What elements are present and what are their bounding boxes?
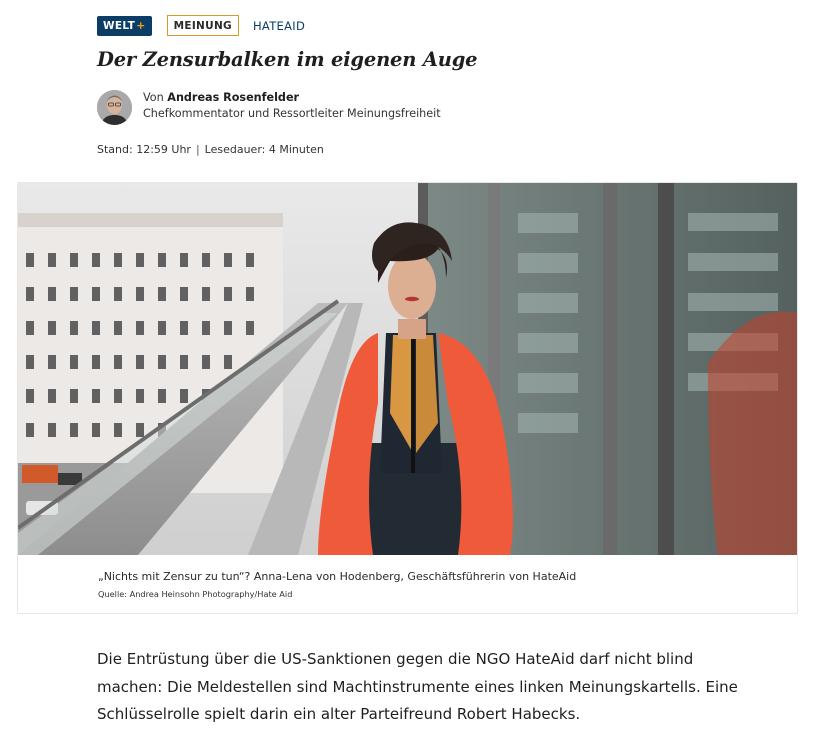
article-topline: WELT + MEINUNG HATEAID xyxy=(97,15,305,36)
author-avatar[interactable] xyxy=(97,90,132,125)
opinion-kicker: MEINUNG xyxy=(166,15,239,36)
photo-credit: Quelle: Andrea Heinsohn Photography/Hate… xyxy=(98,589,293,599)
plus-icon: + xyxy=(136,19,146,32)
author-text: Von Andreas Rosenfelder Chefkommentator … xyxy=(143,90,441,122)
author-line: Von Andreas Rosenfelder xyxy=(143,90,441,106)
author-role: Chefkommentator und Ressortleiter Meinun… xyxy=(143,107,441,120)
author-prefix: Von xyxy=(143,91,164,104)
article-photo-image xyxy=(18,183,797,555)
article-figure: „Nichts mit Zensur zu tun“? Anna-Lena vo… xyxy=(17,182,798,614)
article-photo[interactable] xyxy=(18,183,797,555)
topic-link[interactable]: HATEAID xyxy=(253,19,305,33)
article-page: WELT + MEINUNG HATEAID Der Zensurbalken i… xyxy=(0,0,815,752)
welt-plus-badge[interactable]: WELT + xyxy=(97,15,152,36)
welt-badge-text: WELT xyxy=(103,19,136,32)
meta-separator: | xyxy=(195,143,200,156)
article-lead: Die Entrüstung über die US-Sanktionen ge… xyxy=(97,650,738,723)
author-block: Von Andreas Rosenfelder Chefkommentator … xyxy=(97,90,441,125)
publish-time: Stand: 12:59 Uhr xyxy=(97,143,191,156)
photo-caption: „Nichts mit Zensur zu tun“? Anna-Lena vo… xyxy=(98,570,577,583)
article-meta: Stand: 12:59 Uhr | Lesedauer: 4 Minuten xyxy=(97,143,324,156)
reading-time: Lesedauer: 4 Minuten xyxy=(204,143,324,156)
author-avatar-icon xyxy=(97,90,132,125)
author-name[interactable]: Andreas Rosenfelder xyxy=(167,91,299,104)
article-headline: Der Zensurbalken im eigenen Auge xyxy=(97,48,478,71)
